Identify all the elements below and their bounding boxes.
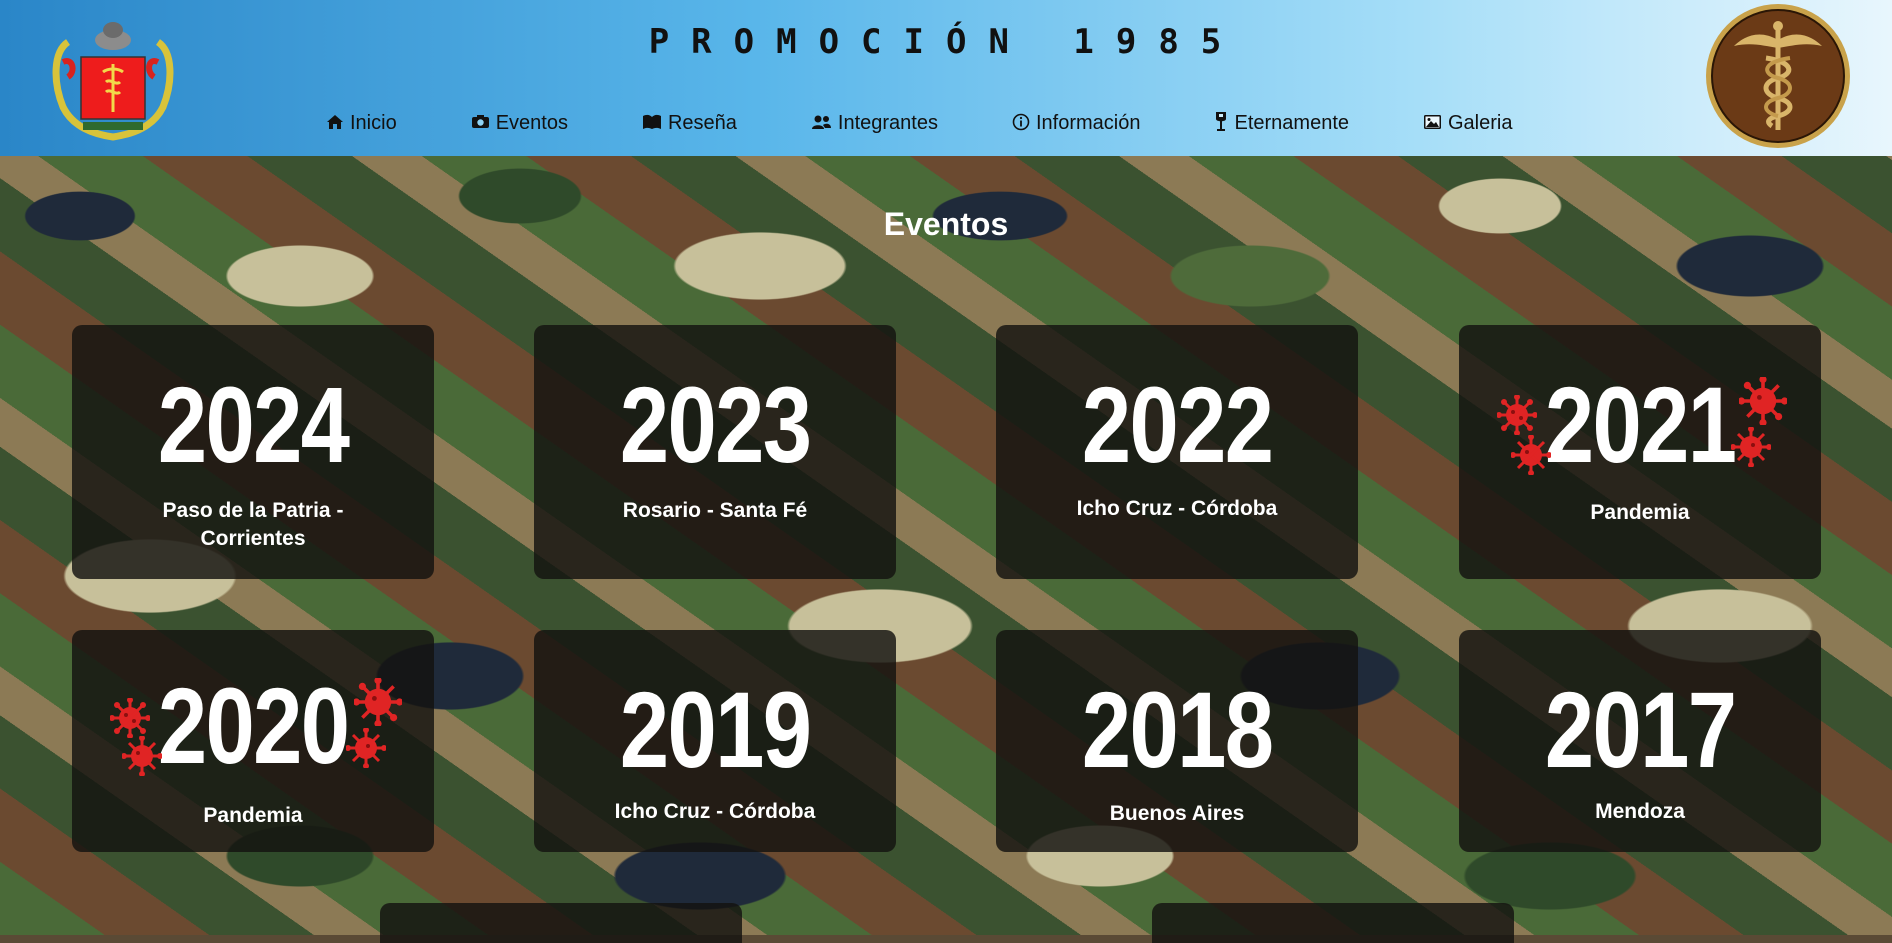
image-icon [1423,114,1442,133]
event-place: Mendoza [1595,800,1685,823]
nav-label: Eternamente [1234,111,1349,134]
info-icon [1012,113,1030,134]
event-place: Icho Cruz - Córdoba [614,800,816,823]
nav-label: Inicio [350,111,397,134]
event-card-partial[interactable] [1152,903,1514,943]
event-place: Pandemia [1590,501,1690,524]
event-card-2020[interactable]: 2020 Pandemia [72,630,434,852]
virus-icon [110,698,150,738]
event-card-2024[interactable]: 2024 Paso de la Patria - Corrientes [72,325,434,579]
virus-icon [354,678,402,726]
event-place: Rosario - Santa Fé [622,499,808,522]
event-year: 2023 [619,364,812,485]
virus-icon [1497,395,1537,435]
event-year: 2020 [157,665,350,786]
event-card-2017[interactable]: 2017 Mendoza [1459,630,1821,852]
nav-item-galeria[interactable]: Galeria [1423,108,1512,138]
event-place: Paso de la Patria - Corrientes [162,499,344,550]
event-card-2021[interactable]: 2021 Pandemia [1459,325,1821,579]
emblem-logo[interactable] [1704,2,1852,150]
event-year: 2017 [1544,669,1737,790]
nav-label: Integrantes [837,111,938,134]
virus-icon [122,736,162,776]
virus-icon [1511,435,1551,475]
page-heading: Eventos [883,206,1009,242]
home-icon [326,114,344,133]
event-place: Pandemia [203,804,303,827]
nav-label: Reseña [667,111,737,134]
event-card-2023[interactable]: 2023 Rosario - Santa Fé [534,325,896,579]
virus-icon [1731,427,1771,467]
nav-label: Galeria [1448,111,1513,134]
users-icon [811,114,832,133]
nav-item-eventos[interactable]: Eventos [471,108,568,138]
virus-icon [346,728,386,768]
event-year: 2021 [1544,364,1737,485]
memorial-icon [1214,111,1228,136]
event-card-2022[interactable]: 2022 Icho Cruz - Córdoba [996,325,1358,579]
event-year: 2018 [1081,669,1274,790]
event-card-2018[interactable]: 2018 Buenos Aires [996,630,1358,852]
site-title: PROMOCIÓN 1985 [648,22,1244,62]
nav-label: Información [1035,111,1141,134]
event-place: Icho Cruz - Córdoba [1076,497,1278,520]
site-header: PROMOCIÓN 1985 Inicio Eventos Reseña Int… [0,0,1892,156]
event-year: 2024 [157,364,350,485]
nav-item-eternamente[interactable]: Eternamente [1214,108,1349,138]
virus-icon [1739,377,1787,425]
nav-item-integrantes[interactable]: Integrantes [811,108,938,138]
nav-item-resena[interactable]: Reseña [642,108,737,138]
camera-icon [471,114,490,132]
event-place: Buenos Aires [1109,802,1245,825]
event-card-partial[interactable] [380,903,742,943]
event-card-2019[interactable]: 2019 Icho Cruz - Córdoba [534,630,896,852]
event-year: 2019 [619,669,812,790]
book-icon [642,114,662,133]
event-year: 2022 [1081,364,1274,485]
nav-item-informacion[interactable]: Información [1012,108,1141,138]
nav-label: Eventos [495,111,568,134]
main-nav: Inicio Eventos Reseña Integrantes Inform… [326,108,1586,138]
nav-item-inicio[interactable]: Inicio [326,108,397,138]
